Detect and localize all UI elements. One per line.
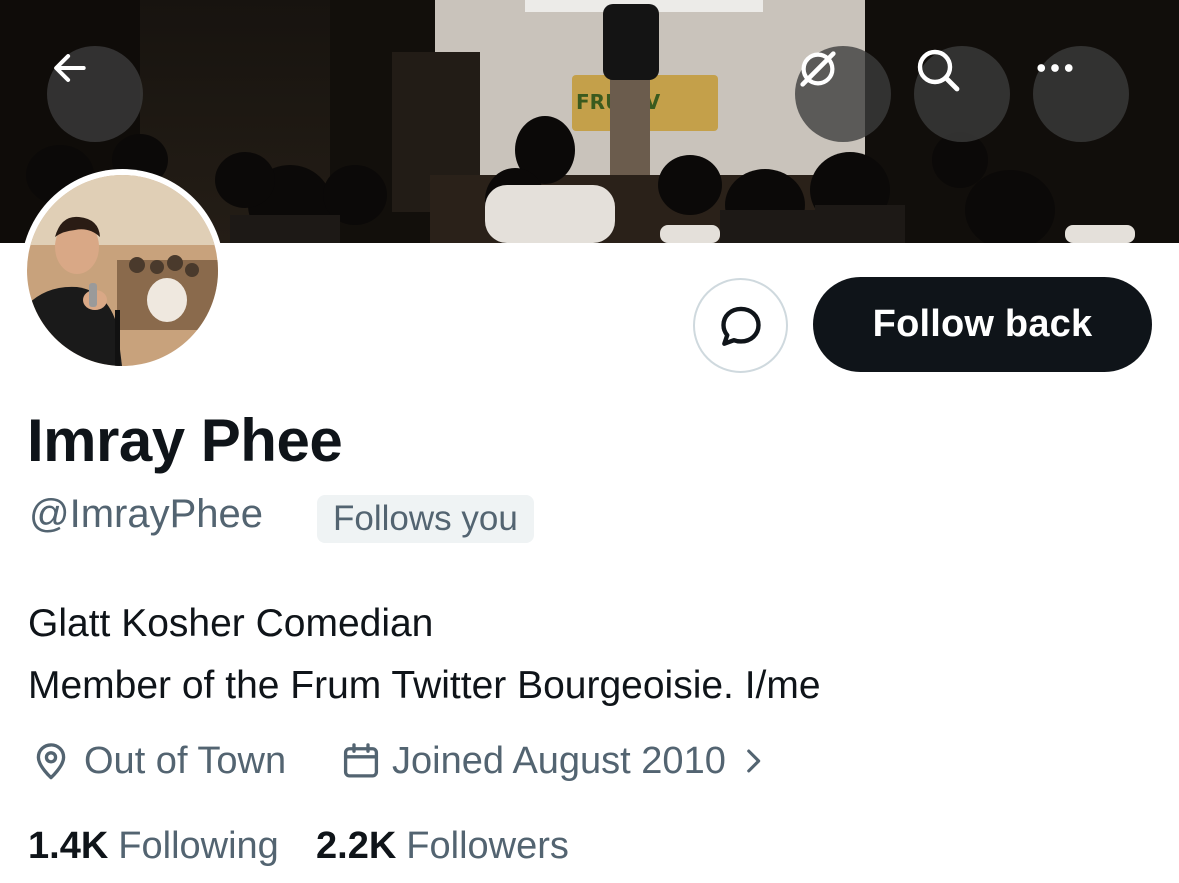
avatar-photo	[27, 175, 218, 366]
joined-date[interactable]: Joined August 2010	[340, 736, 770, 786]
more-options-button[interactable]	[1033, 46, 1129, 142]
followers-link[interactable]: 2.2K Followers	[316, 822, 569, 870]
chevron-right-icon	[747, 749, 761, 773]
search-button[interactable]	[914, 46, 1010, 142]
following-link[interactable]: 1.4K Following	[28, 822, 279, 870]
message-button[interactable]	[693, 278, 788, 373]
avatar[interactable]	[21, 169, 224, 372]
message-bubble-icon	[720, 306, 761, 346]
grok-button[interactable]	[795, 46, 891, 142]
bio-line: Glatt Kosher Comedian	[28, 602, 434, 645]
following-count: 1.4K	[28, 824, 109, 867]
following-label: Following	[118, 824, 279, 867]
back-button[interactable]	[47, 46, 143, 142]
bio-line: Member of the Frum Twitter Bourgeoisie. …	[28, 664, 821, 707]
bio: Glatt Kosher Comedian Member of the Frum…	[28, 593, 821, 717]
arrow-left-icon	[54, 54, 86, 82]
grok-icon	[800, 51, 836, 87]
location-text: Out of Town	[84, 739, 287, 782]
location-pin-icon	[36, 743, 66, 780]
follow-back-button[interactable]: Follow back	[813, 277, 1152, 372]
more-horizontal-icon	[1037, 64, 1073, 72]
followers-label: Followers	[406, 824, 569, 867]
calendar-icon	[343, 743, 379, 778]
location: Out of Town	[30, 736, 286, 786]
follows-you-badge: Follows you	[317, 495, 534, 543]
display-name: Imray Phee	[27, 407, 343, 474]
user-handle: @ImrayPhee	[29, 492, 264, 536]
followers-count: 2.2K	[316, 824, 397, 867]
joined-text: Joined August 2010	[392, 739, 726, 782]
search-icon	[917, 49, 960, 92]
